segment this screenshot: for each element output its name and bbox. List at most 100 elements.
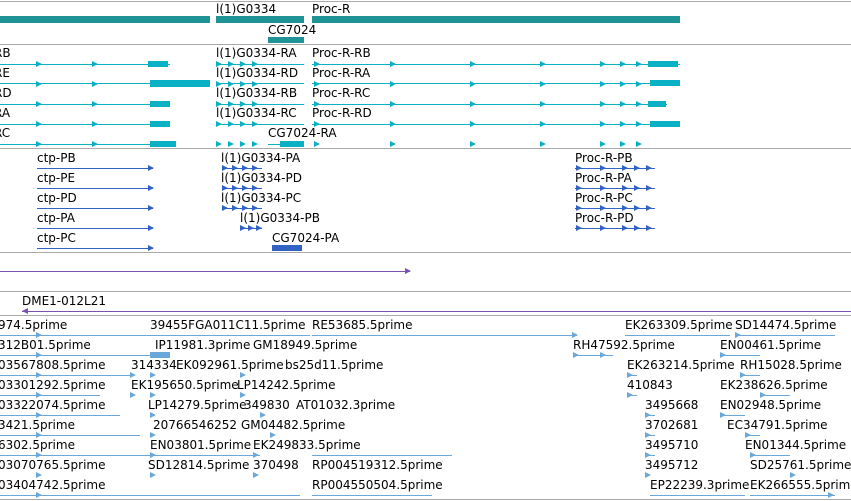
strand-arrow-icon	[253, 452, 259, 458]
strand-arrow-icon	[256, 225, 262, 231]
strand-arrow-icon	[228, 141, 234, 147]
strand-arrow-icon	[150, 432, 156, 438]
strand-arrow-icon	[600, 165, 606, 171]
strand-arrow-icon	[750, 452, 756, 458]
strand-arrow-icon	[470, 61, 476, 67]
strand-arrow-icon	[130, 372, 136, 378]
strand-arrow-icon	[540, 101, 546, 107]
strand-arrow-icon	[576, 185, 582, 191]
strand-arrow-icon	[216, 141, 222, 147]
strand-arrow-icon	[36, 372, 42, 378]
strand-arrow-icon	[573, 352, 579, 358]
strand-arrow-icon	[150, 452, 156, 458]
strand-arrow-icon	[240, 81, 246, 87]
strand-arrow-icon	[232, 165, 238, 171]
strand-arrow-icon	[600, 225, 606, 231]
strand-arrow-icon	[228, 121, 234, 127]
strand-arrow-icon	[314, 141, 320, 147]
strand-arrow-icon	[634, 205, 640, 211]
strand-arrow-icon	[645, 472, 651, 478]
strand-arrow-icon	[314, 121, 320, 127]
strand-arrow-icon	[22, 308, 28, 314]
strand-arrow-icon	[646, 165, 652, 171]
strand-arrow-icon	[634, 165, 640, 171]
strand-arrow-icon	[645, 452, 651, 458]
strand-arrow-icon	[150, 352, 156, 358]
strand-arrow-icon	[390, 81, 396, 87]
strand-arrow-icon	[645, 432, 651, 438]
strand-arrow-icon	[622, 205, 628, 211]
strand-arrow-icon	[240, 141, 246, 147]
strand-arrow-icon	[148, 245, 154, 251]
strand-arrow-icon	[636, 141, 642, 147]
strand-arrow-icon	[36, 472, 42, 478]
strand-arrow-icon	[253, 472, 259, 478]
strand-arrow-icon	[216, 101, 222, 107]
strand-arrow-icon	[252, 121, 258, 127]
strand-arrow-icon	[252, 101, 258, 107]
strand-arrow-icon	[36, 492, 42, 498]
strand-arrow-icon	[470, 101, 476, 107]
strand-arrow-icon	[314, 81, 320, 87]
strand-arrow-icon	[130, 392, 136, 398]
strand-arrow-icon	[252, 81, 258, 87]
strand-arrow-icon	[252, 185, 258, 191]
strand-arrow-icon	[576, 165, 582, 171]
strand-arrow-icon	[252, 165, 258, 171]
strand-arrow-icon	[36, 141, 42, 147]
strand-arrow-icon	[646, 225, 652, 231]
strand-arrow-icon	[390, 121, 396, 127]
strand-arrow-icon	[634, 225, 640, 231]
strand-arrow-icon	[627, 372, 633, 378]
strand-arrow-icon	[92, 141, 98, 147]
strand-arrow-icon	[620, 81, 626, 87]
strand-arrow-icon	[232, 205, 238, 211]
strand-arrow-icon	[232, 185, 238, 191]
strand-arrow-icon	[36, 121, 42, 127]
strand-arrow-icon	[228, 81, 234, 87]
strand-arrow-icon	[150, 472, 156, 478]
strand-arrow-icon	[620, 121, 626, 127]
strand-arrow-icon	[572, 332, 578, 338]
strand-arrow-icon	[745, 432, 751, 438]
strand-arrow-icon	[636, 61, 642, 67]
strand-arrow-icon	[92, 101, 98, 107]
strand-arrow-icon	[36, 61, 42, 67]
strand-arrow-icon	[540, 81, 546, 87]
strand-arrow-icon	[646, 185, 652, 191]
strand-arrow-icon	[148, 165, 154, 171]
strand-arrow-icon	[92, 121, 98, 127]
strand-arrow-icon	[620, 141, 626, 147]
strand-arrow-icon	[740, 372, 746, 378]
strand-arrow-icon	[242, 165, 248, 171]
strand-arrow-icon	[600, 101, 606, 107]
strand-arrows	[22, 61, 834, 498]
strand-arrow-icon	[636, 81, 642, 87]
strand-arrow-icon	[216, 121, 222, 127]
strand-arrow-icon	[270, 432, 276, 438]
strand-arrow-icon	[622, 225, 628, 231]
strand-arrow-icon	[92, 61, 98, 67]
strand-arrow-icon	[636, 121, 642, 127]
strand-arrow-icon	[390, 61, 396, 67]
strand-arrow-icon	[248, 225, 254, 231]
strand-arrow-icon	[222, 165, 228, 171]
strand-arrow-icon	[576, 225, 582, 231]
strand-arrow-icon	[470, 141, 476, 147]
strand-arrow-icon	[790, 472, 796, 478]
strand-arrow-icon	[240, 372, 246, 378]
strand-arrow-icon	[600, 352, 606, 358]
strand-arrow-icon	[148, 185, 154, 191]
strand-arrow-icon	[252, 61, 258, 67]
strand-arrow-icon	[36, 81, 42, 87]
strand-arrow-icon	[760, 392, 766, 398]
strand-arrow-icon	[314, 61, 320, 67]
strand-arrow-icon	[252, 141, 258, 147]
strand-arrow-icon	[240, 225, 246, 231]
strand-arrow-icon	[600, 121, 606, 127]
strand-arrow-icon	[240, 101, 246, 107]
strand-arrow-icon	[390, 141, 396, 147]
strand-arrow-icon	[222, 185, 228, 191]
strand-arrow-icon	[36, 392, 42, 398]
strand-arrow-icon	[242, 205, 248, 211]
